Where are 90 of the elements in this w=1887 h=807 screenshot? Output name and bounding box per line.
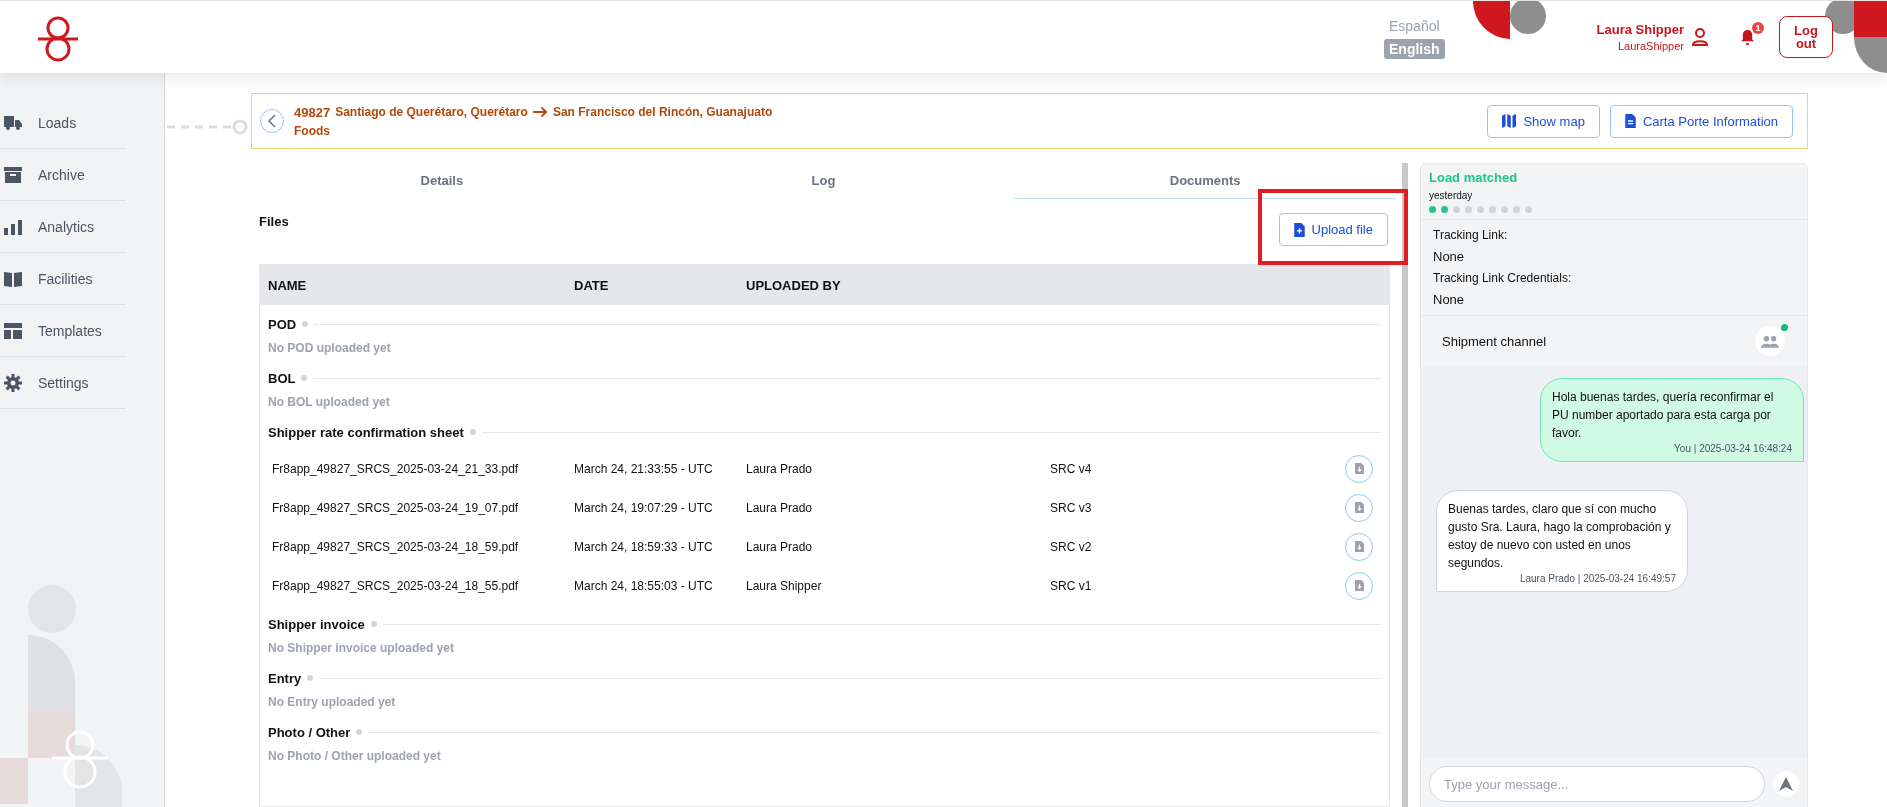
tab[interactable]: Documents [1014,163,1396,199]
message-meta: You | 2025-03-24 16:48:24 [1674,442,1792,456]
upload-file-button[interactable]: Upload file [1278,213,1388,246]
load-id: 49827 [294,104,331,120]
uploader-name: Laura Prado [746,461,814,476]
template-icon [4,322,22,339]
show-map-button[interactable]: Show map [1487,104,1600,138]
user-icon[interactable] [1692,27,1708,47]
file-name: Fr8app_49827_SRCS_2025-03-24_21_33.pdf [272,461,520,476]
download-icon [1354,580,1364,591]
carta-porte-button[interactable]: Carta Porte Information [1609,104,1793,138]
back-button[interactable] [260,109,284,133]
message-meta: Laura Prado | 2025-03-24 16:49:57 [1519,572,1676,586]
download-button[interactable] [1345,493,1373,522]
empty-message: No Entry uploaded yet [268,695,397,711]
uploader-name: Laura Prado [746,539,814,554]
bar-chart-icon [4,218,22,235]
column-header: DATE [574,277,610,293]
section-title: BOL [268,370,296,386]
sidebar-item[interactable]: Loads [0,97,126,149]
file-date: March 24, 19:07:29 - UTC [574,500,714,515]
send-icon [1779,777,1793,791]
destination-city: San Francisco del Rincón, Guanajuato [552,105,773,119]
file-version: SRC v1 [1050,578,1093,593]
file-name: Fr8app_49827_SRCS_2025-03-24_18_55.pdf [272,578,520,593]
empty-message: No Shipper invoice uploaded yet [268,641,456,657]
message-text: Hola buenas tardes, quería reconfirmar el PU number aportado para esta carga por favor. [1552,389,1775,442]
send-button[interactable] [1773,771,1799,797]
archive-box-icon [4,166,22,183]
book-icon [4,270,22,287]
sidebar-item[interactable]: Facilities [0,253,126,305]
arrow-right-icon [532,106,548,118]
file-name: Fr8app_49827_SRCS_2025-03-24_18_59.pdf [272,539,520,554]
section-title: Photo / Other [268,724,351,740]
message-field[interactable]: Type your message... [1429,766,1765,802]
people-icon [1761,334,1779,348]
tab[interactable]: Log [632,163,1015,199]
truck-icon [4,114,22,131]
status-label: Load matched [1429,170,1519,185]
map-icon [1502,114,1517,128]
file-date: March 24, 18:59:33 - UTC [574,539,714,554]
file-version: SRC v4 [1050,461,1093,476]
status-time: yesterday [1429,190,1474,201]
logo-icon [36,15,80,63]
sidebar-item[interactable]: Analytics [0,201,126,253]
download-icon [1354,541,1364,552]
tracking-label: Tracking Link Credentials: [1433,271,1573,285]
column-header: UPLOADED BY [746,277,842,293]
section-title: Entry [268,670,302,686]
uploader-name: Laura Prado [746,500,814,515]
download-button[interactable] [1345,571,1373,600]
origin-city: Santiago de Querétaro, Querétaro [335,105,528,119]
empty-message: No Photo / Other uploaded yet [268,749,442,765]
sidebar-item[interactable]: Settings [0,357,126,409]
tracking-value: None [1433,292,1466,307]
column-header: NAME [268,277,308,293]
user-handle: LauraShipper [1617,40,1684,52]
download-button[interactable] [1345,532,1373,561]
file-version: SRC v3 [1050,500,1093,515]
empty-message: No BOL uploaded yet [268,395,391,411]
channel-title: Shipment channel [1442,333,1547,349]
user-name: Laura Shipper [1596,22,1684,37]
file-date: March 24, 21:33:55 - UTC [574,461,714,476]
file-plus-icon [1293,222,1305,237]
members-button[interactable] [1755,326,1785,356]
file-name: Fr8app_49827_SRCS_2025-03-24_19_07.pdf [272,500,520,515]
section-title: POD [268,316,297,332]
download-button[interactable] [1345,454,1373,483]
gear-icon [4,373,22,392]
tracking-label: Tracking Link: [1433,228,1509,242]
download-icon [1354,463,1364,474]
logout-button[interactable]: Log out [1779,16,1833,58]
section-title: Shipper rate confirmation sheet [268,424,464,440]
tab[interactable]: Details [251,163,633,199]
uploader-name: Laura Shipper [746,578,823,593]
chevron-left-icon [268,114,276,128]
tracking-value: None [1433,249,1466,264]
files-title: Files [259,214,289,229]
message-text: Buenas tardes, claro que sí con mucho gusto Sra. Laura, hago la comprobación y estoy de nuevo con usted en unos segundos. [1448,501,1672,572]
notification-badge: 1 [1752,21,1764,34]
file-date: March 24, 18:55:03 - UTC [574,578,714,593]
sidebar-item[interactable]: Archive [0,149,126,201]
sidebar-item[interactable]: Templates [0,305,126,357]
section-title: Shipper invoice [268,616,365,632]
document-icon [1624,114,1636,128]
file-version: SRC v2 [1050,539,1093,554]
bell-icon[interactable] [1740,28,1755,46]
commodity-label: Foods [294,123,331,138]
empty-message: No POD uploaded yet [268,341,392,357]
download-icon [1354,502,1364,513]
